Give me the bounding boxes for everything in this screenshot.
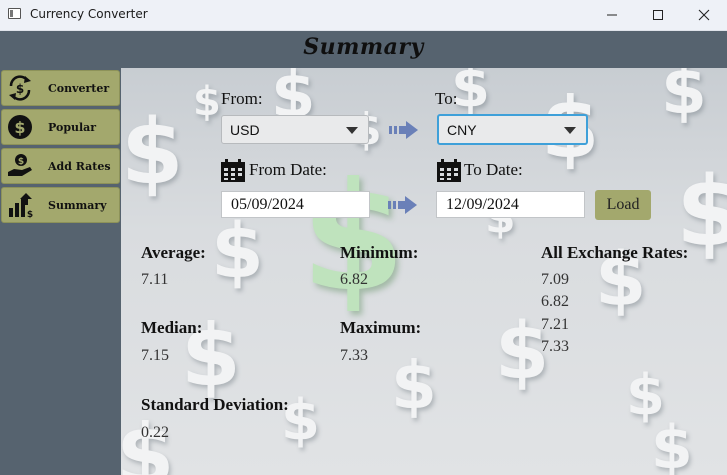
minimize-icon: [607, 14, 617, 16]
sidebar-item-label: Converter: [48, 81, 110, 95]
median-label: Median:: [141, 318, 203, 337]
from-date-field[interactable]: 05/09/2024: [221, 191, 370, 218]
to-date-label: To Date:: [464, 160, 523, 179]
median-value: 7.15: [141, 347, 169, 364]
from-date-label: From Date:: [249, 160, 327, 179]
window-title: Currency Converter: [30, 7, 148, 21]
rate-item: 7.09: [541, 271, 569, 288]
minimum-value: 6.82: [340, 271, 368, 288]
to-currency-select[interactable]: CNY: [437, 114, 588, 145]
svg-text:$: $: [27, 210, 33, 219]
page-title: Summary: [303, 34, 424, 60]
from-label: From:: [221, 89, 263, 108]
chevron-down-icon: [564, 127, 576, 134]
minimum-label: Minimum:: [340, 243, 419, 262]
average-label: Average:: [141, 243, 206, 262]
background-dollar-icon: $: [651, 413, 693, 475]
close-button[interactable]: [681, 0, 727, 30]
sidebar: $ Converter $ Popular $ Add Rates $ Summ…: [0, 68, 121, 475]
sidebar-item-label: Popular: [48, 120, 97, 134]
svg-text:$: $: [16, 82, 24, 96]
to-date-value: 12/09/2024: [446, 196, 519, 213]
dollar-coin-icon: $: [2, 109, 38, 145]
to-date-field[interactable]: 12/09/2024: [436, 191, 585, 218]
background-dollar-icon: $: [301, 151, 406, 325]
background-dollar-icon: $: [391, 347, 437, 424]
average-value: 7.11: [141, 271, 169, 288]
chevron-down-icon: [346, 127, 358, 134]
sidebar-item-label: Summary: [48, 198, 107, 212]
maximum-value: 7.33: [340, 347, 368, 364]
maximize-icon: [653, 10, 663, 20]
summary-panel: $ $ $ $ $ $ $ $ $ $ $ $ $ $ $ $ $ $ $ Fr…: [121, 68, 727, 475]
svg-text:$: $: [18, 157, 24, 167]
from-currency-select[interactable]: USD: [221, 115, 369, 144]
std-deviation-value: 0.22: [141, 424, 169, 441]
rate-item: 7.33: [541, 338, 569, 355]
to-label: To:: [435, 89, 458, 108]
sidebar-item-converter[interactable]: $ Converter: [1, 70, 120, 106]
window-title-bar: Currency Converter: [0, 0, 727, 31]
hand-coin-icon: $: [2, 148, 38, 184]
to-currency-value: CNY: [447, 122, 477, 138]
from-date-value: 05/09/2024: [231, 196, 304, 213]
background-dollar-icon: $: [661, 68, 707, 129]
from-currency-value: USD: [230, 122, 260, 138]
close-icon: [698, 9, 710, 21]
calendar-icon: [221, 159, 245, 182]
maximize-button[interactable]: [635, 0, 681, 30]
svg-text:$: $: [14, 118, 25, 137]
background-dollar-icon: $: [121, 406, 175, 475]
arrow-right-icon: [388, 196, 417, 214]
calendar-icon: [437, 159, 461, 182]
sidebar-item-summary[interactable]: $ Summary: [1, 187, 120, 223]
page-header: Summary: [0, 31, 727, 68]
sidebar-item-label: Add Rates: [48, 159, 111, 173]
sidebar-item-popular[interactable]: $ Popular: [1, 109, 120, 145]
maximum-label: Maximum:: [340, 318, 422, 337]
load-button[interactable]: Load: [595, 190, 651, 220]
background-dollar-icon: $: [193, 79, 221, 125]
currency-exchange-icon: $: [2, 70, 38, 106]
minimize-button[interactable]: [589, 0, 635, 30]
std-deviation-label: Standard Deviation:: [141, 395, 289, 414]
background-dollar-icon: $: [211, 206, 264, 295]
rate-item: 7.21: [541, 316, 569, 333]
all-rates-label: All Exchange Rates:: [541, 243, 689, 262]
background-dollar-icon: $: [121, 100, 184, 205]
app-icon: [8, 8, 21, 19]
sidebar-item-add-rates[interactable]: $ Add Rates: [1, 148, 120, 184]
arrow-right-icon: [389, 121, 418, 139]
bar-chart-growth-icon: $: [2, 187, 38, 223]
rate-item: 6.82: [541, 293, 569, 310]
